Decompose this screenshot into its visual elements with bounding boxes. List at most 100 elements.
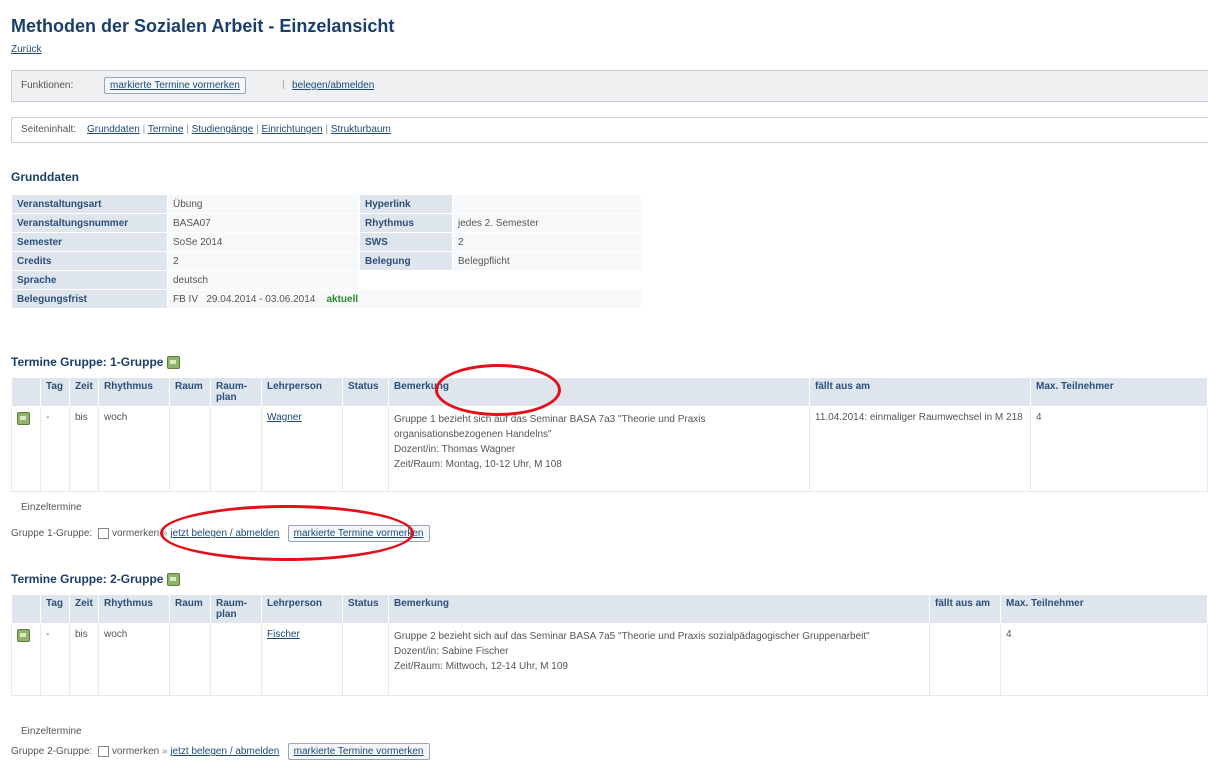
group2-heading: Termine Gruppe: 2-Gruppe: [11, 572, 180, 587]
group1-actions: Gruppe 1-Gruppe: vormerken » jetzt beleg…: [11, 525, 430, 542]
note-time-room: Zeit/Raum: Mittwoch, 12-14 Uhr, M 109: [394, 661, 568, 672]
field-value: SoSe 2014: [167, 232, 360, 252]
col-tag: Tag: [40, 594, 70, 624]
table-row: - bis woch Fischer Gruppe 2 bezieht sich…: [11, 623, 1208, 696]
link-grunddaten[interactable]: Grunddaten: [87, 124, 140, 135]
field-label: SWS: [359, 232, 453, 252]
vormerken-label: vormerken: [111, 528, 160, 539]
table-header: Tag Zeit Rhythmus Raum Raum-plan Lehrper…: [11, 377, 1208, 407]
field-label: Sprache: [11, 270, 168, 290]
col-faellt-aus: fällt aus am: [809, 377, 1031, 407]
raumplan-value: [210, 623, 262, 696]
lehrperson-cell: Fischer: [261, 623, 343, 696]
table-row: - bis woch Wagner Gruppe 1 bezieht sich …: [11, 406, 1208, 492]
field-value: Belegpflicht: [452, 251, 642, 271]
field-value: deutsch: [167, 270, 360, 290]
field-label: Belegung: [359, 251, 453, 271]
calendar-icon[interactable]: [17, 629, 30, 642]
table-row: Veranstaltungsnummer BASA07 Rhythmus jed…: [11, 213, 642, 233]
field-value: [452, 194, 642, 214]
cancelled-value: [929, 623, 1001, 696]
link-strukturbaum[interactable]: Strukturbaum: [331, 124, 391, 135]
cancelled-value: 11.04.2014: einmaliger Raumwechsel in M …: [809, 406, 1031, 492]
field-label: Credits: [11, 251, 168, 271]
col-lehrperson: Lehrperson: [261, 377, 343, 407]
zeit-value: bis: [69, 406, 99, 492]
rhythmus-value: woch: [98, 623, 170, 696]
mark-dates-button[interactable]: markierte Termine vormerken: [104, 77, 246, 94]
calendar-icon[interactable]: [17, 412, 30, 425]
content-links: Grunddaten | Termine | Studiengänge | Ei…: [87, 124, 391, 135]
link-studiengaenge[interactable]: Studiengänge: [192, 124, 254, 135]
basic-data-table: Veranstaltungsart Übung Hyperlink Verans…: [11, 194, 642, 309]
basic-data-heading: Grunddaten: [11, 170, 79, 184]
field-value: 2: [452, 232, 642, 252]
col-raum: Raum: [169, 594, 211, 624]
field-label: Veranstaltungsnummer: [11, 213, 168, 233]
group2-table: Tag Zeit Rhythmus Raum Raum-plan Lehrper…: [11, 594, 1208, 696]
field-label: Rhythmus: [359, 213, 453, 233]
row-icon-cell: [11, 623, 41, 696]
note-text: Gruppe 1 bezieht sich auf das Seminar BA…: [394, 414, 706, 440]
table-row: Credits 2 Belegung Belegpflicht: [11, 251, 642, 271]
tag-value: -: [40, 406, 70, 492]
vormerken-checkbox[interactable]: [97, 745, 109, 757]
single-dates-label: Einzeltermine: [21, 502, 82, 513]
group-label: Gruppe 2-Gruppe:: [11, 746, 93, 757]
back-link[interactable]: Zurück: [11, 44, 42, 55]
separator: |: [282, 79, 285, 90]
lehrperson-cell: Wagner: [261, 406, 343, 492]
col-max-teilnehmer: Max. Teilnehmer: [1000, 594, 1208, 624]
page-title: Methoden der Sozialen Arbeit - Einzelans…: [11, 16, 395, 36]
raum-value: [169, 406, 211, 492]
raum-value: [169, 623, 211, 696]
col-raumplan: Raum-plan: [210, 594, 262, 624]
link-termine[interactable]: Termine: [148, 124, 184, 135]
calendar-icon[interactable]: [166, 573, 180, 587]
calendar-icon[interactable]: [166, 356, 180, 370]
col-bemerkung: Bemerkung: [388, 594, 930, 624]
enroll-now-link[interactable]: jetzt belegen / abmelden: [170, 528, 279, 539]
max-value: 4: [1000, 623, 1208, 696]
status-value: [342, 406, 389, 492]
table-row: Veranstaltungsart Übung Hyperlink: [11, 194, 642, 214]
status-value: [342, 623, 389, 696]
col-status: Status: [342, 377, 389, 407]
col-tag: Tag: [40, 377, 70, 407]
field-value: Übung: [167, 194, 360, 214]
field-label: Veranstaltungsart: [11, 194, 168, 214]
lehrperson-link[interactable]: Wagner: [267, 412, 302, 423]
table-row: Sprache deutsch: [11, 270, 642, 290]
icon-col: [11, 377, 41, 407]
table-row: Belegungsfrist FB IV 29.04.2014 - 03.06.…: [11, 289, 642, 309]
vormerken-checkbox[interactable]: [97, 527, 109, 539]
note-lecturer: Dozent/in: Thomas Wagner: [394, 444, 516, 455]
lehrperson-link[interactable]: Fischer: [267, 629, 300, 640]
col-status: Status: [342, 594, 389, 624]
faculty: FB IV: [173, 293, 199, 305]
col-bemerkung: Bemerkung: [388, 377, 810, 407]
mark-dates-button[interactable]: markierte Termine vormerken: [287, 525, 430, 542]
enroll-link[interactable]: belegen/abmelden: [292, 80, 374, 91]
col-faellt-aus: fällt aus am: [929, 594, 1001, 624]
rhythmus-value: woch: [98, 406, 170, 492]
mark-dates-button[interactable]: markierte Termine vormerken: [287, 743, 430, 760]
status-badge: aktuell: [326, 293, 359, 305]
field-label: Belegungsfrist: [11, 289, 168, 309]
enroll-now-link[interactable]: jetzt belegen / abmelden: [170, 746, 279, 757]
col-raumplan: Raum-plan: [210, 377, 262, 407]
col-zeit: Zeit: [69, 594, 99, 624]
group1-table: Tag Zeit Rhythmus Raum Raum-plan Lehrper…: [11, 377, 1208, 492]
deadline-value: FB IV 29.04.2014 - 03.06.2014 aktuell: [167, 289, 642, 309]
row-icon-cell: [11, 406, 41, 492]
single-dates-label: Einzeltermine: [21, 726, 82, 737]
link-einrichtungen[interactable]: Einrichtungen: [261, 124, 322, 135]
raumplan-value: [210, 406, 262, 492]
content-bar: Seiteninhalt: Grunddaten | Termine | Stu…: [11, 117, 1208, 143]
note-text: Gruppe 2 bezieht sich auf das Seminar BA…: [394, 631, 870, 642]
field-value: BASA07: [167, 213, 360, 233]
icon-col: [11, 594, 41, 624]
empty-cell: [359, 270, 642, 290]
group-label: Gruppe 1-Gruppe:: [11, 528, 93, 539]
field-label: Semester: [11, 232, 168, 252]
